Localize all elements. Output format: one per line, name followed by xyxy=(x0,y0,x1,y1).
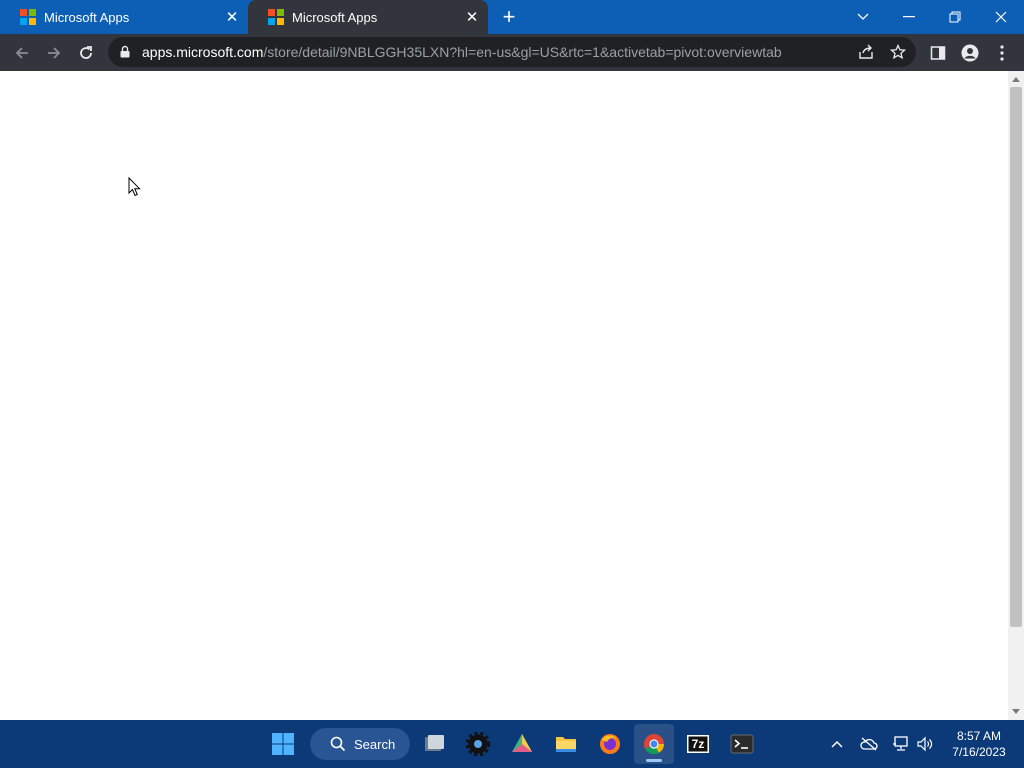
settings-icon[interactable] xyxy=(458,724,498,764)
7zip-label: 7z xyxy=(691,737,705,751)
plus-icon[interactable]: + xyxy=(497,4,521,29)
task-view-icon[interactable] xyxy=(414,724,454,764)
forward-arrow-icon[interactable] xyxy=(40,39,68,67)
vertical-scrollbar[interactable] xyxy=(1008,71,1024,720)
close-icon[interactable] xyxy=(978,0,1024,34)
clock-date: 7/16/2023 xyxy=(952,745,1006,759)
microsoft-store-icon xyxy=(20,9,36,25)
search-icon xyxy=(330,736,346,752)
lock-icon[interactable] xyxy=(120,45,130,58)
profile-icon[interactable] xyxy=(958,41,982,65)
clock-time: 8:57 AM xyxy=(956,729,1002,743)
chevron-down-icon[interactable] xyxy=(840,0,886,34)
chrome-icon[interactable] xyxy=(634,724,674,764)
chevron-up-icon[interactable] xyxy=(825,732,849,756)
tab-title: Microsoft Apps xyxy=(292,9,378,25)
address-bar[interactable]: apps.microsoft.com/store/detail/9NBLGGH3… xyxy=(108,37,916,67)
active-app-indicator xyxy=(646,759,662,762)
back-arrow-icon[interactable] xyxy=(8,39,36,67)
side-panel-icon[interactable] xyxy=(926,41,950,65)
scrollbar-thumb[interactable] xyxy=(1010,87,1022,627)
search-label: Search xyxy=(354,736,396,752)
firefox-icon[interactable] xyxy=(590,724,630,764)
terminal-icon[interactable] xyxy=(722,724,762,764)
reload-icon[interactable] xyxy=(72,39,100,67)
close-tab-icon[interactable]: ✕ xyxy=(222,7,242,27)
taskbar-clock[interactable]: 8:57 AM 7/16/2023 xyxy=(944,728,1014,760)
tab-title: Microsoft Apps xyxy=(44,9,130,25)
url-path: /store/detail/9NBLGGH35LXN?hl=en-us&gl=U… xyxy=(263,44,782,60)
tab-microsoft-apps-1[interactable]: Microsoft Apps ✕ xyxy=(0,0,248,34)
taskbar: Search 7z 8:57 AM 7/16/2023 xyxy=(0,720,1024,768)
7zip-icon[interactable]: 7z xyxy=(678,724,718,764)
close-tab-icon[interactable]: ✕ xyxy=(462,7,482,27)
network-icon[interactable] xyxy=(889,732,913,756)
share-icon[interactable] xyxy=(856,42,876,62)
volume-icon[interactable] xyxy=(913,732,937,756)
more-menu-icon[interactable] xyxy=(990,41,1014,65)
page-content xyxy=(0,71,1008,720)
windows-start-icon[interactable] xyxy=(263,724,303,764)
url-host: apps.microsoft.com xyxy=(142,44,264,60)
tab-microsoft-apps-2[interactable]: Microsoft Apps ✕ xyxy=(248,0,488,34)
browser-toolbar: apps.microsoft.com/store/detail/9NBLGGH3… xyxy=(0,34,1024,71)
scroll-up-arrow-icon[interactable] xyxy=(1012,77,1020,82)
scroll-down-arrow-icon[interactable] xyxy=(1012,709,1020,714)
photos-icon[interactable] xyxy=(502,724,542,764)
bookmark-star-icon[interactable] xyxy=(888,42,908,62)
tab-strip: Microsoft Apps ✕ Microsoft Apps ✕ + xyxy=(0,0,1024,34)
file-explorer-icon[interactable] xyxy=(546,724,586,764)
taskbar-search-button[interactable]: Search xyxy=(310,728,410,760)
onedrive-icon[interactable] xyxy=(857,732,881,756)
minimize-icon[interactable] xyxy=(886,0,932,34)
url-text[interactable]: apps.microsoft.com/store/detail/9NBLGGH3… xyxy=(142,44,782,60)
microsoft-store-icon xyxy=(268,9,284,25)
mouse-cursor-icon xyxy=(128,176,141,202)
restore-icon[interactable] xyxy=(932,0,978,34)
